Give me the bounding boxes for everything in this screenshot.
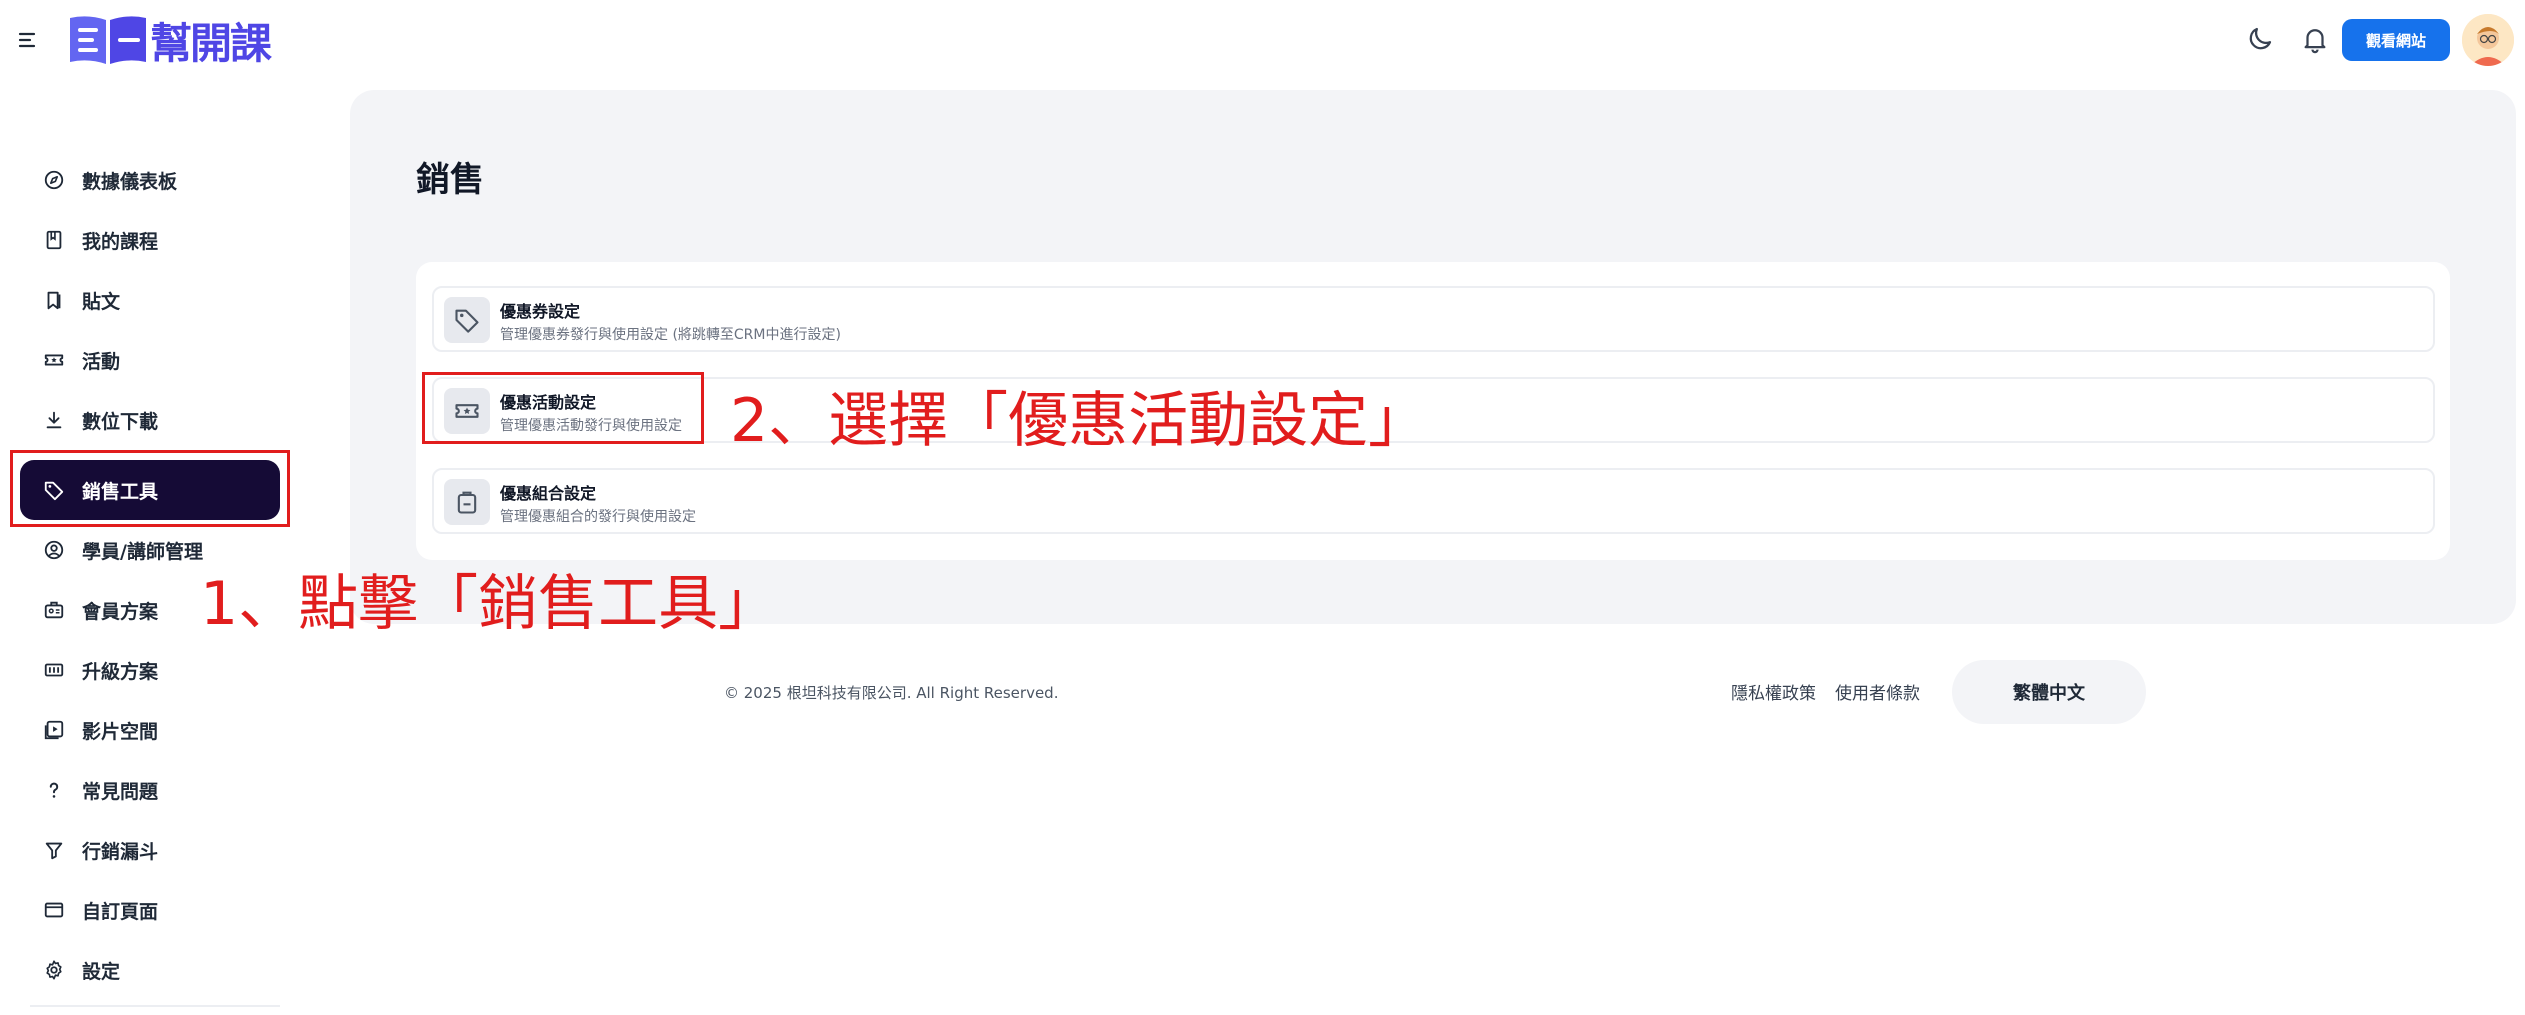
moon-icon[interactable] (2245, 24, 2275, 54)
bag-icon (444, 479, 490, 525)
page-title: 銷售 (416, 160, 484, 200)
sidebar-item-label: 學員/講師管理 (82, 540, 203, 563)
sidebar-item-upgrade-plans[interactable]: 升級方案 (20, 640, 280, 700)
question-icon (42, 778, 66, 802)
page: 幫開課 觀看網站 數據儀表板 我的課程 貼文 活動 數位下載 銷售工具 學員/講… (0, 0, 2525, 1015)
sidebar-item-label: 升級方案 (82, 660, 159, 683)
tool-description: 管理優惠券發行與使用設定 (將跳轉至CRM中進行設定) (500, 327, 841, 343)
privacy-policy-link[interactable]: 隱私權政策 (1731, 679, 1816, 704)
book-icon (42, 228, 66, 252)
brand-logo[interactable]: 幫開課 (68, 12, 272, 68)
sidebar-item-label: 自訂頁面 (82, 900, 159, 923)
terms-of-use-link[interactable]: 使用者條款 (1835, 679, 1920, 704)
tool-title: 優惠組合設定 (500, 484, 597, 503)
gear-icon (42, 958, 66, 982)
sidebar-item-digital-downloads[interactable]: 數位下載 (20, 390, 280, 450)
sidebar-item-label: 數據儀表板 (82, 170, 178, 193)
hamburger-icon[interactable] (16, 28, 40, 52)
sidebar-item-dashboard[interactable]: 數據儀表板 (20, 150, 280, 210)
sidebar-item-label: 常見問題 (82, 780, 159, 803)
avatar[interactable] (2462, 14, 2514, 66)
compass-icon (42, 168, 66, 192)
top-bar: 幫開課 觀看網站 (0, 0, 2525, 82)
sidebar-item-my-courses[interactable]: 我的課程 (20, 210, 280, 270)
annotation-highlight-promotion-settings (422, 372, 704, 444)
download-icon (42, 408, 66, 432)
sidebar-item-posts[interactable]: 貼文 (20, 270, 280, 330)
coupon-settings-row[interactable]: 優惠券設定 管理優惠券發行與使用設定 (將跳轉至CRM中進行設定) (432, 286, 2435, 352)
ticket-icon (42, 348, 66, 372)
sidebar-item-label: 數位下載 (82, 410, 159, 433)
sidebar-item-custom-pages[interactable]: 自訂頁面 (20, 880, 280, 940)
sidebar-item-marketing-funnel[interactable]: 行銷漏斗 (20, 820, 280, 880)
copyright-text: © 2025 根坦科技有限公司. All Right Reserved. (724, 684, 1059, 702)
sidebar-item-settings[interactable]: 設定 (20, 940, 280, 1000)
plan-icon (42, 658, 66, 682)
bundle-settings-row[interactable]: 優惠組合設定 管理優惠組合的發行與使用設定 (432, 468, 2435, 534)
sidebar-item-label: 貼文 (82, 290, 121, 313)
sidebar-item-events[interactable]: 活動 (20, 330, 280, 390)
sidebar-item-label: 設定 (82, 960, 121, 983)
bell-icon[interactable] (2300, 24, 2330, 54)
sidebar-item-label: 會員方案 (82, 600, 159, 623)
funnel-icon (42, 838, 66, 862)
tag-icon (444, 297, 490, 343)
annotation-highlight-sales-tools (10, 450, 290, 527)
brand-name: 幫開課 (150, 18, 272, 68)
sidebar-item-faq[interactable]: 常見問題 (20, 760, 280, 820)
sidebar-item-label: 活動 (82, 350, 121, 373)
tool-description: 管理優惠組合的發行與使用設定 (500, 509, 696, 525)
logo-mark-icon (70, 16, 146, 64)
language-selector-button[interactable]: 繁體中文 (1952, 660, 2146, 724)
video-icon (42, 718, 66, 742)
window-icon (42, 898, 66, 922)
sidebar-item-label: 影片空間 (82, 720, 159, 743)
annotation-step-1: 1、點擊「銷售工具」 (200, 569, 779, 639)
tool-title: 優惠券設定 (500, 302, 581, 321)
sidebar-divider (30, 1005, 280, 1007)
bookmark-icon (42, 288, 66, 312)
sidebar-item-video-space[interactable]: 影片空間 (20, 700, 280, 760)
id-badge-icon (42, 598, 66, 622)
sidebar-item-label: 我的課程 (82, 230, 159, 253)
view-site-button[interactable]: 觀看網站 (2342, 19, 2450, 61)
user-circle-icon (42, 538, 66, 562)
annotation-step-2: 2、選擇「優惠活動設定」 (730, 386, 1429, 456)
sidebar-item-label: 行銷漏斗 (82, 840, 159, 863)
